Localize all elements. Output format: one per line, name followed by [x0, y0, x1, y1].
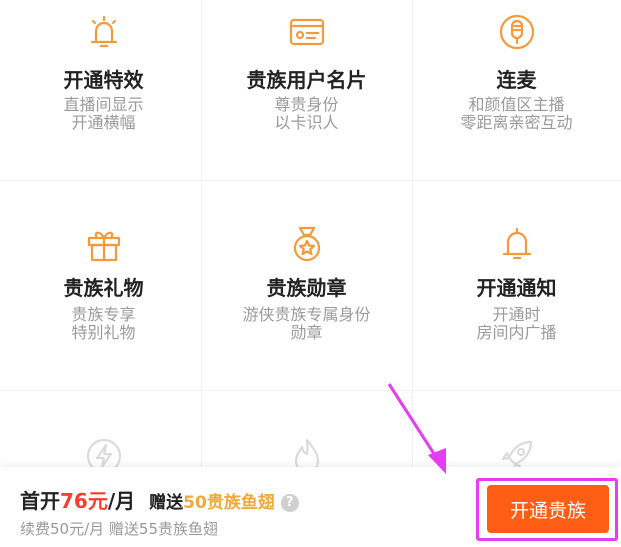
- bell-icon: [90, 15, 117, 48]
- privilege-item-partial[interactable]: [412, 390, 621, 472]
- privilege-title: 贵族用户名片: [246, 68, 367, 92]
- privilege-desc: 直播间显示: [63, 95, 144, 114]
- first-price: 76元: [60, 489, 108, 513]
- gift-value: 50贵族鱼翅: [183, 493, 275, 513]
- privilege-title: 贵族礼物: [63, 276, 144, 300]
- privilege-desc: 开通横幅: [71, 113, 136, 132]
- gift-prefix: 赠送: [149, 493, 184, 513]
- privilege-desc: 勋章: [290, 323, 323, 342]
- privilege-desc: 零距离亲密互动: [460, 113, 573, 132]
- medal-icon: [293, 226, 320, 262]
- privilege-desc: 游侠贵族专属身份: [242, 305, 371, 324]
- privilege-title: 贵族勋章: [266, 276, 347, 300]
- privilege-desc: 以卡识人: [274, 113, 339, 132]
- first-price-line: 首开76元/月 赠送50贵族鱼翅?: [20, 485, 299, 514]
- privilege-item-effect[interactable]: 开通特效 直播间显示 开通横幅: [0, 0, 207, 210]
- privilege-item-medal[interactable]: 贵族勋章 游侠贵族专属身份 勋章: [201, 180, 412, 390]
- id-card-icon: [289, 18, 324, 46]
- privilege-item-notify[interactable]: 开通通知 开通时 房间内广播: [412, 180, 621, 390]
- privilege-title: 连麦: [496, 68, 537, 92]
- microphone-icon: [499, 14, 534, 50]
- privilege-desc: 特别礼物: [71, 323, 136, 342]
- privilege-item-card[interactable]: 贵族用户名片 尊贵身份 以卡识人: [201, 0, 412, 210]
- privilege-grid: 开通特效 直播间显示 开通横幅 贵族用户名片 尊贵身份 以卡识人 连麦 和颜值区…: [0, 0, 621, 474]
- first-prefix: 首开: [20, 489, 60, 513]
- gift-icon: [87, 231, 120, 262]
- privilege-desc: 和颜值区主播: [468, 95, 565, 114]
- help-icon[interactable]: ?: [280, 494, 299, 512]
- privilege-desc: 尊贵身份: [274, 95, 339, 114]
- bell-icon: [502, 227, 531, 260]
- privilege-desc: 房间内广播: [476, 323, 557, 342]
- open-noble-button[interactable]: 开通贵族: [487, 485, 609, 533]
- privilege-title: 开通特效: [63, 68, 144, 92]
- privilege-item-partial[interactable]: [201, 390, 412, 474]
- privilege-title: 开通通知: [476, 276, 557, 300]
- renew-text: 续费50元/月 赠送55贵族鱼翅: [20, 520, 218, 538]
- privilege-desc: 贵族专享: [71, 305, 136, 324]
- privilege-desc: 开通时: [492, 305, 541, 324]
- privilege-item-partial[interactable]: [0, 390, 207, 474]
- privilege-item-mic[interactable]: 连麦 和颜值区主播 零距离亲密互动: [412, 0, 621, 210]
- first-suffix: /月: [107, 489, 136, 513]
- privilege-item-gift[interactable]: 贵族礼物 贵族专享 特别礼物: [0, 180, 207, 390]
